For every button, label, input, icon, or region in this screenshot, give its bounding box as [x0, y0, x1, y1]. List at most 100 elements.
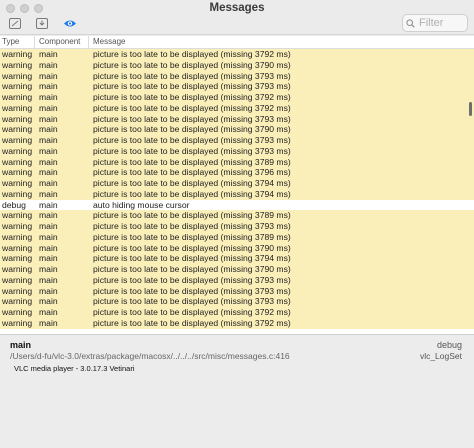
- cell-type: warning: [2, 264, 33, 274]
- cell-type: warning: [2, 81, 33, 92]
- table-row[interactable]: warning main picture is too late to be dis…: [0, 124, 474, 135]
- table-header: Type Component Message: [0, 36, 474, 49]
- detail-source-path: /Users/d-fu/vlc-3.0/extras/package/macos…: [10, 351, 290, 361]
- cell-message: picture is too late to be displayed (mis…: [93, 145, 291, 156]
- cell-type: warning: [2, 156, 33, 167]
- filter-input[interactable]: [419, 17, 465, 29]
- cell-type: warning: [2, 167, 33, 178]
- table-row[interactable]: warning main picture is too late to be dis…: [0, 178, 474, 189]
- cell-type: warning: [2, 317, 33, 328]
- search-icon: [406, 18, 415, 28]
- filter-field[interactable]: [402, 14, 468, 32]
- cell-message: picture is too late to be displayed (mis…: [93, 317, 291, 328]
- cell-message: picture is too late to be displayed (mis…: [93, 124, 291, 135]
- table-row[interactable]: warning main picture is too late to be dis…: [0, 274, 474, 286]
- messages-window: Messages Filter Type Component Message w…: [0, 0, 474, 448]
- cell-component: main: [39, 102, 58, 113]
- cell-component: main: [39, 231, 58, 242]
- cell-component: main: [39, 124, 58, 135]
- cell-message: picture is too late to be displayed (mis…: [93, 135, 291, 145]
- cell-component: main: [39, 81, 58, 92]
- cell-component: main: [39, 70, 58, 81]
- cell-message: picture is too late to be displayed (mis…: [93, 285, 291, 296]
- cell-message: picture is too late to be displayed (mis…: [93, 274, 291, 285]
- table-row[interactable]: warning main picture is too late to be dis…: [0, 221, 474, 232]
- table-row[interactable]: warning main picture is too late to be dis…: [0, 156, 474, 168]
- save-log-icon: [36, 17, 48, 29]
- cell-component: main: [39, 274, 58, 285]
- table-row[interactable]: warning main picture is too late to be dis…: [0, 231, 474, 243]
- table-row[interactable]: warning main picture is too late to be dis…: [0, 253, 474, 264]
- cell-type: warning: [2, 113, 33, 124]
- cell-type: warning: [2, 102, 33, 113]
- table-row[interactable]: warning main picture is too late to be dis…: [0, 135, 474, 146]
- cell-component: main: [39, 264, 58, 274]
- table-row[interactable]: warning main picture is too late to be dis…: [0, 59, 474, 71]
- table-row[interactable]: warning main picture is too late to be dis…: [0, 307, 474, 318]
- table-row[interactable]: warning main picture is too late to be dis…: [0, 92, 474, 103]
- vertical-scrollbar[interactable]: [469, 102, 472, 116]
- table-row[interactable]: warning main picture is too late to be dis…: [0, 70, 474, 82]
- cell-type: warning: [2, 253, 33, 264]
- cell-type: warning: [2, 231, 33, 242]
- cell-type: warning: [2, 296, 33, 307]
- table-row[interactable]: warning main picture is too late to be dis…: [0, 317, 474, 329]
- cell-component: main: [39, 317, 58, 328]
- table-row[interactable]: warning main picture is too late to be dis…: [0, 145, 474, 157]
- window-title: Messages: [209, 2, 265, 14]
- cell-type: warning: [2, 135, 33, 145]
- column-header-type[interactable]: Type: [0, 36, 35, 48]
- detail-version: VLC media player - 3.0.17.3 Vetinari: [14, 364, 135, 373]
- cell-message: picture is too late to be displayed (mis…: [93, 307, 291, 317]
- table-row[interactable]: warning main picture is too late to be dis…: [0, 49, 474, 60]
- cell-type: warning: [2, 145, 33, 156]
- cell-message: picture is too late to be displayed (mis…: [93, 167, 291, 178]
- cell-type: warning: [2, 70, 33, 81]
- cell-component: main: [39, 199, 58, 210]
- cell-component: main: [39, 113, 58, 124]
- cell-component: main: [39, 59, 58, 70]
- cell-type: warning: [2, 221, 33, 231]
- cell-message: picture is too late to be displayed (mis…: [93, 113, 291, 124]
- eye-icon: [64, 20, 76, 26]
- cell-type: warning: [2, 210, 33, 221]
- table-row[interactable]: warning main picture is too late to be dis…: [0, 296, 474, 307]
- table-row[interactable]: warning main picture is too late to be dis…: [0, 242, 474, 254]
- cell-type: warning: [2, 124, 33, 135]
- cell-message: picture is too late to be displayed (mis…: [93, 221, 291, 231]
- cell-component: main: [39, 178, 58, 188]
- table-row[interactable]: warning main picture is too late to be dis…: [0, 188, 474, 200]
- cell-message: picture is too late to be displayed (mis…: [93, 210, 291, 221]
- clear-messages-button[interactable]: [7, 16, 23, 30]
- cell-component: main: [39, 145, 58, 156]
- cell-type: warning: [2, 242, 33, 253]
- cell-component: main: [39, 167, 58, 178]
- messages-table[interactable]: Type Component Message warning main pictur…: [0, 36, 474, 334]
- cell-message: auto hiding mouse cursor: [93, 199, 190, 210]
- table-body: warning main picture is too late to be dis…: [0, 49, 474, 329]
- table-row[interactable]: warning main picture is too late to be dis…: [0, 210, 474, 221]
- cell-message: picture is too late to be displayed (mis…: [93, 242, 291, 253]
- verbosity-button[interactable]: [62, 16, 78, 30]
- column-header-message[interactable]: Message: [89, 36, 474, 48]
- cell-message: picture is too late to be displayed (mis…: [93, 178, 291, 188]
- table-row[interactable]: warning main picture is too late to be dis…: [0, 264, 474, 275]
- table-row[interactable]: warning main picture is too late to be dis…: [0, 113, 474, 125]
- detail-function: vlc_LogSet: [419, 351, 462, 361]
- message-detail-panel: main debug /Users/d-fu/vlc-3.0/extras/pa…: [0, 334, 474, 448]
- save-log-button[interactable]: [34, 16, 50, 30]
- cell-type: warning: [2, 92, 33, 102]
- table-row[interactable]: warning main picture is too late to be dis…: [0, 81, 474, 92]
- cell-component: main: [39, 156, 58, 167]
- cell-message: picture is too late to be displayed (mis…: [93, 231, 291, 242]
- table-row[interactable]: warning main picture is too late to be dis…: [0, 285, 474, 297]
- cell-type: warning: [2, 188, 33, 199]
- table-row[interactable]: warning main picture is too late to be dis…: [0, 102, 474, 114]
- cell-message: picture is too late to be displayed (mis…: [93, 156, 291, 167]
- column-header-component[interactable]: Component: [35, 36, 89, 48]
- table-row[interactable]: debug main auto hiding mouse cursor: [0, 199, 474, 211]
- cell-message: picture is too late to be displayed (mis…: [93, 92, 291, 102]
- cell-component: main: [39, 135, 58, 145]
- cell-message: picture is too late to be displayed (mis…: [93, 81, 291, 92]
- table-row[interactable]: warning main picture is too late to be dis…: [0, 167, 474, 178]
